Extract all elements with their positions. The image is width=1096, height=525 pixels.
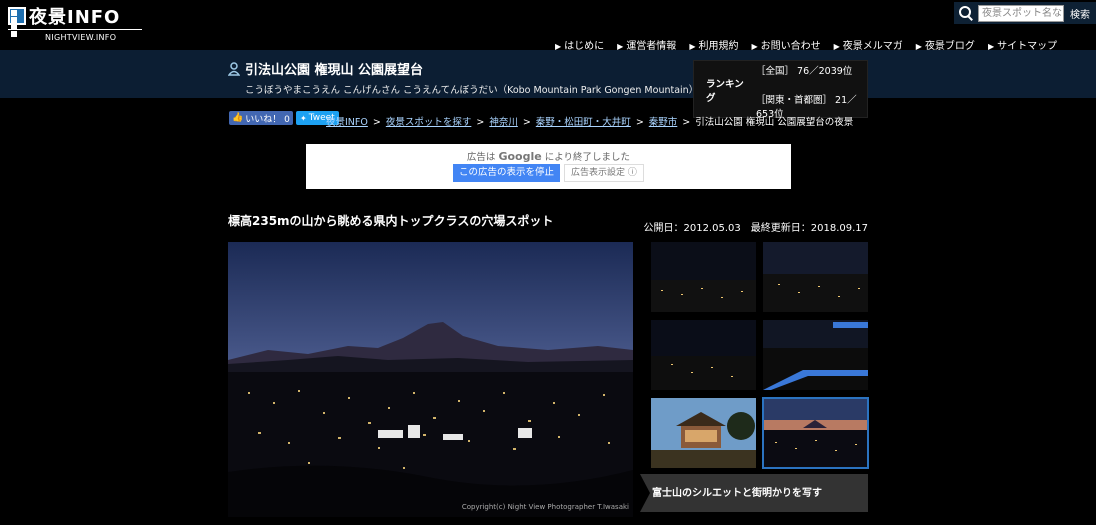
stop-ad-button[interactable]: この広告の表示を停止 [453,164,561,182]
breadcrumb-search[interactable]: 夜景スポットを探す [386,117,472,128]
person-icon [228,62,240,76]
breadcrumb: 夜景INFO > 夜景スポットを探す > 神奈川 > 秦野・松田町・大井町 > 秦野市 > 引法山公… [326,117,854,128]
logo-text: 夜景INFO [29,7,121,28]
breadcrumb-current: 引法山公園 権現山 公園展望台の夜景 [695,117,854,128]
article-heading: 標高235mの山から眺める県内トップクラスの穴場スポット [228,214,554,228]
search-button[interactable]: 検索 [1070,6,1090,21]
ranking-national: ［全国］ 76／2039位 [756,66,853,77]
search-input[interactable] [978,4,1064,22]
breadcrumb-area[interactable]: 秦野・松田町・大井町 [536,117,631,128]
ad-block: 広告は Google により終了しました この広告の表示を停止 広告表示設定 ⓘ [306,144,791,189]
logo-mark-icon [8,7,26,37]
photo-caption: 富士山のシルエットと街明かりを写す [640,474,868,512]
breadcrumb-city[interactable]: 秦野市 [649,117,678,128]
search-bar: 検索 [954,2,1096,24]
thumbnail-1[interactable] [651,242,756,312]
site-logo[interactable]: 夜景INFO NIGHTVIEW.INFO [8,6,142,42]
photo-copyright: Copyright(c) Night View Photographer T.I… [461,503,629,511]
ranking-label: ランキング [706,79,744,104]
thumbnail-5[interactable] [651,398,756,468]
spot-reading: こうぼうやまこうえん こんげんさん こうえんてんぼうだい（Kobo Mounta… [245,85,697,96]
thumbnail-6-selected[interactable] [762,397,869,469]
breadcrumb-home[interactable]: 夜景INFO [326,117,368,128]
publish-dates: 公開日：2012.05.03 最終更新日：2018.09.17 [643,223,868,234]
logo-subtitle: NIGHTVIEW.INFO [45,33,117,42]
spot-title: 引法山公園 権現山 公園展望台 [245,63,424,78]
like-button[interactable]: 👍 いいね！ 0 [229,111,293,125]
ad-settings-button[interactable]: 広告表示設定 ⓘ [564,164,644,182]
search-icon [958,5,974,21]
bird-icon: ✦ [300,113,307,123]
ad-message: 広告は Google により終了しました [466,150,631,163]
thumbnail-4[interactable] [763,320,868,390]
thumbnail-3[interactable] [651,320,756,390]
photo-caption-text: 富士山のシルエットと街明かりを写す [652,488,822,499]
thumbnail-2[interactable] [763,242,868,312]
main-photo[interactable]: Copyright(c) Night View Photographer T.I… [228,242,633,517]
breadcrumb-prefecture[interactable]: 神奈川 [489,117,518,128]
thumbs-up-icon: 👍 [232,113,244,123]
ranking-box: ランキング ［全国］ 76／2039位 ［関東・首都圏］ 21／653位 [693,60,868,120]
